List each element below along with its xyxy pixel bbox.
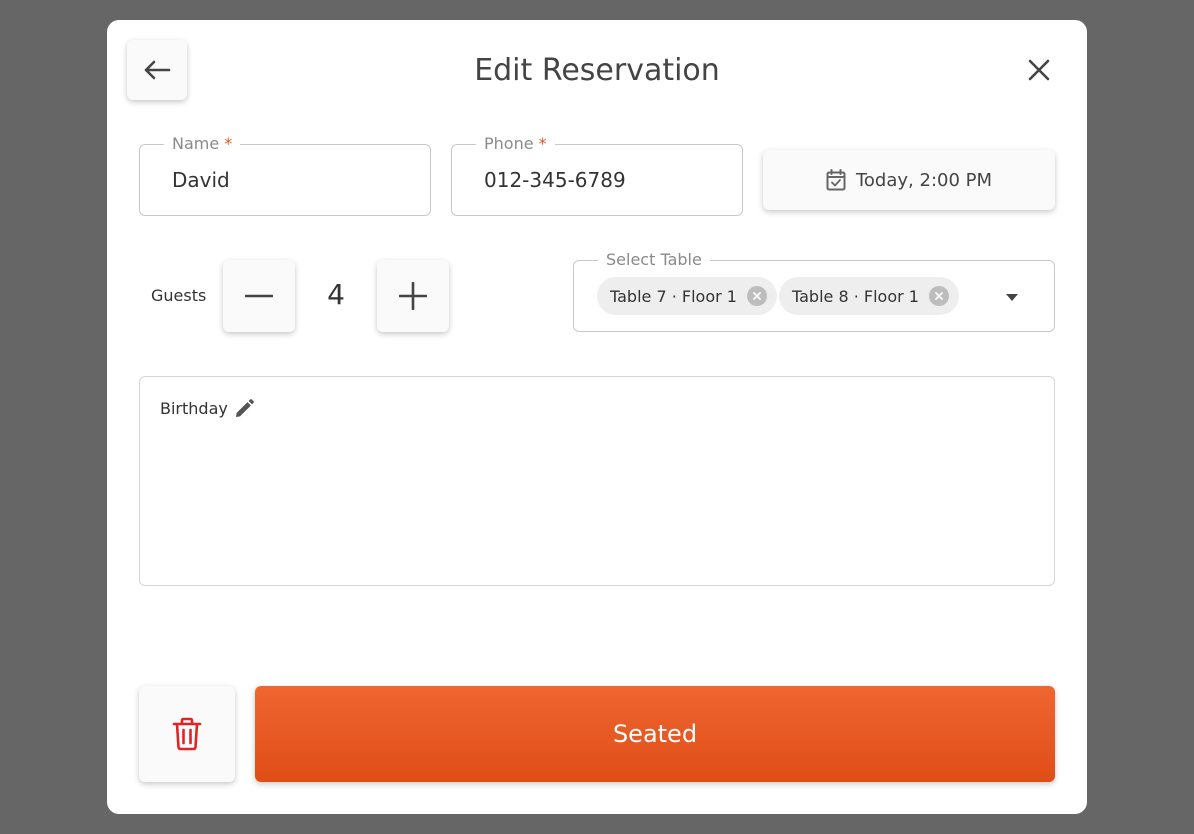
notes-box[interactable]: Birthday [139,376,1055,586]
table-select-label: Select Table [598,251,710,269]
guests-label: Guests [151,286,207,305]
pencil-icon[interactable] [232,397,256,421]
decrement-guests-button[interactable] [223,260,295,332]
caret-down-icon[interactable] [1000,285,1024,309]
calendar-icon [826,169,846,191]
table-chip-label: Table 7 · Floor 1 [610,286,737,306]
guest-count: 4 [327,278,345,311]
table-chip-label: Table 8 · Floor 1 [792,286,919,306]
table-chip[interactable]: Table 8 · Floor 1 [779,277,959,315]
increment-guests-button[interactable] [377,260,449,332]
plus-icon [399,282,427,310]
table-chip[interactable]: Table 7 · Floor 1 [597,277,777,315]
datetime-button[interactable]: Today, 2:00 PM [763,150,1055,210]
close-icon [1028,59,1050,81]
trash-icon [172,717,202,751]
phone-field: Phone * [451,135,743,216]
delete-button[interactable] [139,686,235,782]
table-select[interactable]: Select Table Table 7 · Floor 1 Table 8 ·… [573,251,1055,332]
name-input[interactable] [140,145,430,215]
close-button[interactable] [1019,50,1059,90]
phone-input[interactable] [452,145,742,215]
edit-reservation-dialog: Edit Reservation Name * Phone * Today, 2… [107,20,1087,814]
remove-chip-icon[interactable] [746,286,767,306]
name-field: Name * [139,135,431,216]
remove-chip-icon[interactable] [928,286,949,306]
seated-button[interactable]: Seated [255,686,1055,782]
minus-icon [245,294,273,298]
datetime-label: Today, 2:00 PM [855,169,993,191]
notes-text: Birthday [160,399,228,418]
dialog-title: Edit Reservation [474,53,720,88]
